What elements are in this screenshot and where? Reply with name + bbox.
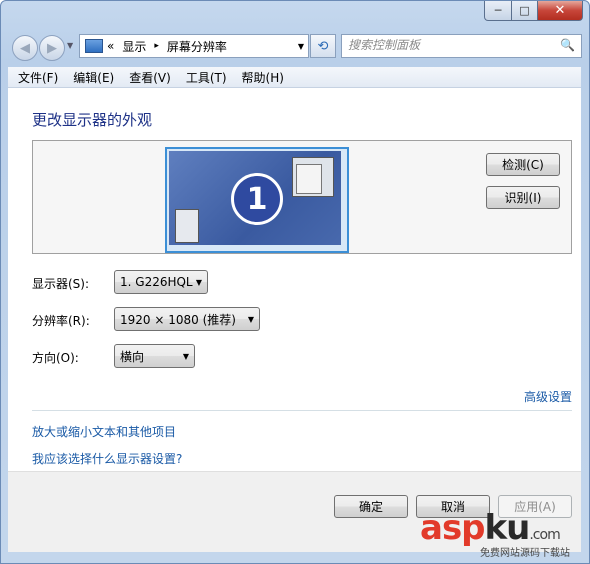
detect-button[interactable]: 检测(C) [486,153,560,176]
start-menu-thumbnail-icon [175,209,199,243]
orientation-select[interactable]: 横向 ▼ [114,344,195,368]
menu-edit[interactable]: 编辑(E) [63,69,119,86]
monitor-number-badge: 1 [231,173,283,225]
close-button[interactable]: ✕ [538,1,583,21]
chevron-down-icon: ▼ [182,351,189,361]
orientation-label: 方向(O): [32,351,79,365]
caption-buttons: ─ □ ✕ [484,1,583,21]
search-box[interactable]: 🔍 [341,34,582,58]
window-thumbnail-icon [292,157,334,197]
breadcrumb-resolution[interactable]: 屏幕分辨率 [167,38,227,55]
identify-button[interactable]: 识别(I) [486,186,560,209]
menu-bar: 文件(F) 编辑(E) 查看(V) 工具(T) 帮助(H) [8,67,581,88]
resolution-label: 分辨率(R): [32,314,90,328]
resolution-value: 1920 × 1080 (推荐) [120,312,236,327]
maximize-button[interactable]: □ [512,1,538,21]
divider [32,410,572,411]
monitor-1-thumbnail[interactable]: 1 [165,147,349,253]
resolution-select[interactable]: 1920 × 1080 (推荐) ▼ [114,307,260,331]
watermark-subtitle: 免费网站源码下载站 [480,548,570,559]
chevron-down-icon: ▼ [247,314,254,324]
chevron-down-icon: ▼ [195,277,202,287]
menu-view[interactable]: 查看(V) [119,69,176,86]
display-select[interactable]: 1. G226HQL ▼ [114,270,208,294]
search-icon[interactable]: 🔍 [560,38,575,52]
refresh-icon: ⟲ [317,38,329,54]
address-dropdown-icon[interactable]: ▼ [298,42,304,51]
forward-button[interactable]: ▶ [39,35,65,61]
refresh-button[interactable]: ⟲ [310,34,336,58]
minimize-button[interactable]: ─ [484,1,512,21]
monitor-arrangement-area: 1 检测(C) 识别(I) [32,140,572,254]
advanced-settings-link[interactable]: 高级设置 [524,388,572,405]
back-arrow-icon: ◀ [20,40,30,56]
menu-file[interactable]: 文件(F) [8,69,63,86]
breadcrumb-separator-icon[interactable]: ▸ [154,41,159,51]
display-settings-help-link[interactable]: 我应该选择什么显示器设置? [32,450,182,467]
breadcrumb-display[interactable]: 显示 [122,38,146,55]
display-label: 显示器(S): [32,277,90,291]
page-title: 更改显示器的外观 [32,111,153,129]
monitor-screen: 1 [169,151,341,245]
search-input[interactable] [342,35,553,55]
menu-tools[interactable]: 工具(T) [176,69,232,86]
control-panel-window: ─ □ ✕ ◀ ▶ ▼ « 显示 ▸ 屏幕分辨率 ▼ ⟲ 🔍 文件(F) 编辑(… [0,0,590,564]
watermark-logo: aspku.com [420,508,561,548]
menu-help[interactable]: 帮助(H) [232,69,289,86]
address-overflow[interactable]: « [107,39,114,53]
control-panel-icon [85,39,103,53]
text-size-link[interactable]: 放大或缩小文本和其他项目 [32,423,176,440]
orientation-value: 横向 [120,349,145,364]
forward-arrow-icon: ▶ [47,40,57,56]
ok-button[interactable]: 确定 [334,495,408,518]
display-value: 1. G226HQL [120,275,193,289]
main-content: 更改显示器的外观 1 检测(C) 识别(I) 显示器(S): 1. G226HQ… [8,88,581,471]
address-bar[interactable]: « 显示 ▸ 屏幕分辨率 ▼ [79,34,309,58]
recent-pages-dropdown[interactable]: ▼ [67,41,73,50]
back-button[interactable]: ◀ [12,35,38,61]
